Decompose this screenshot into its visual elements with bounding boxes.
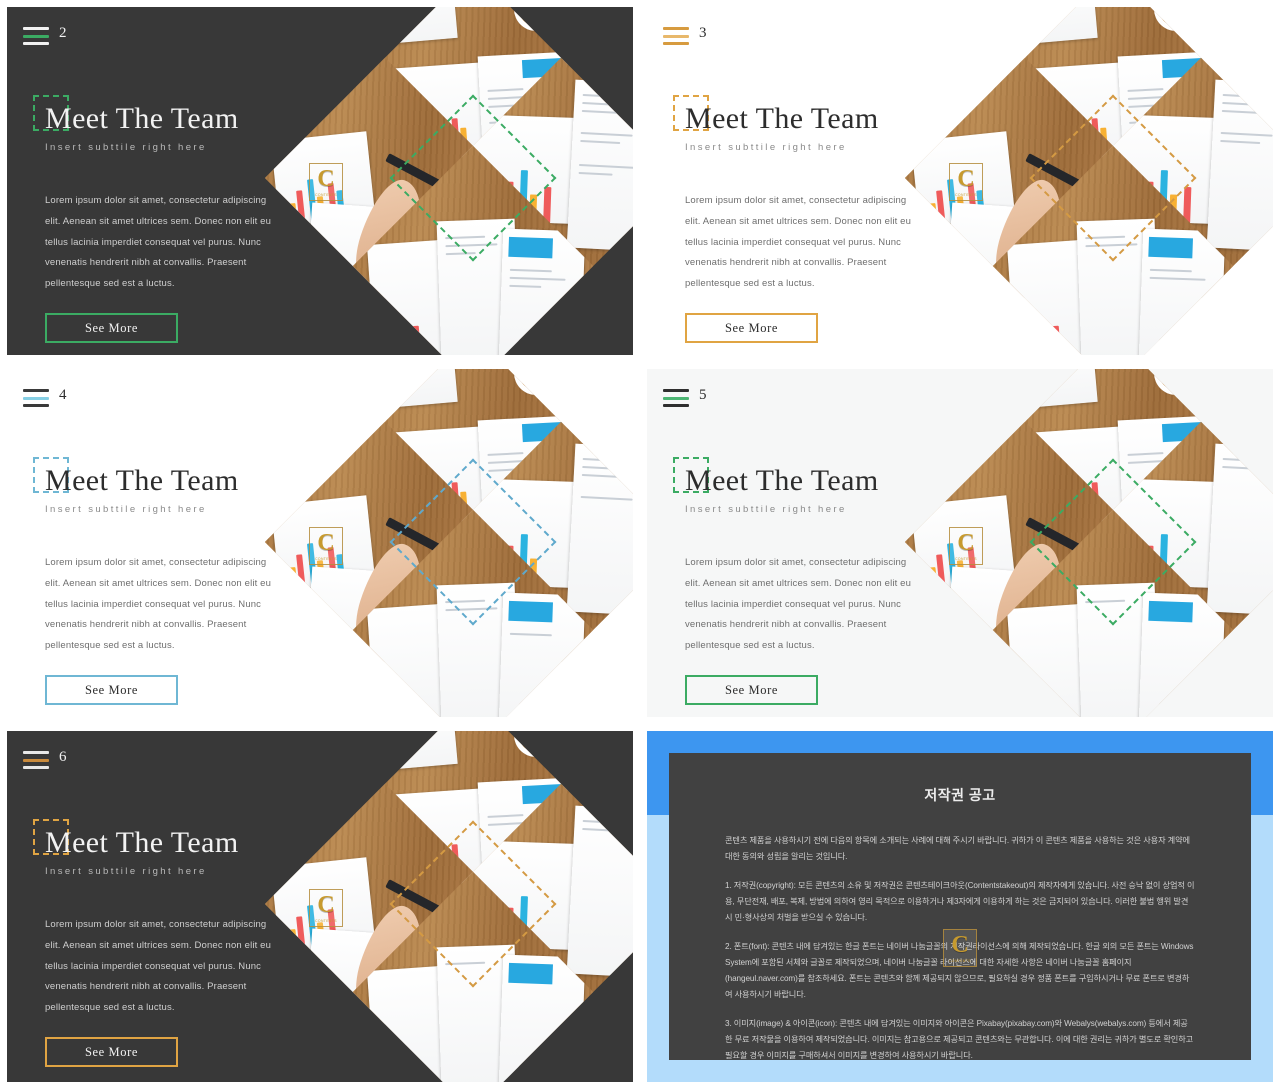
page-number: 4: [59, 387, 67, 403]
hamburger-menu-icon[interactable]: [23, 389, 49, 407]
watermark-letter: C: [957, 166, 975, 192]
notice-body: 저작권 공고 콘텐츠 제품을 사용하시기 전에 다음의 항목에 소개되는 사례에…: [669, 753, 1251, 1060]
body-paragraph: Lorem ipsum dolor sit amet, consectetur …: [685, 556, 912, 652]
body-paragraph: Lorem ipsum dolor sit amet, consectetur …: [45, 556, 272, 652]
diamond-photo-collage: C CONTENTS: [905, 369, 1273, 717]
body-paragraph: Lorem ipsum dolor sit amet, consectetur …: [45, 194, 272, 290]
diamond-photo-collage: C CONTENTS: [265, 369, 633, 717]
watermark-caption: CONTENTS: [949, 959, 971, 963]
text-block: Meet The Team Insert subttile right here…: [673, 457, 935, 706]
hamburger-menu-icon[interactable]: [663, 27, 689, 45]
text-block: Meet The Team Insert subttile right here…: [33, 95, 295, 344]
see-more-button[interactable]: See More: [685, 313, 818, 344]
text-block: Meet The Team Insert subttile right here…: [673, 95, 935, 344]
page-subtitle: Insert subttile right here: [45, 865, 207, 877]
slide-panel-6[interactable]: 6 Meet The Team Insert subttile right he…: [0, 724, 640, 1089]
slide-panel-2[interactable]: 2 Meet The Team Insert subttile right he…: [0, 0, 640, 362]
watermark-letter: C: [957, 530, 975, 556]
text-block: Meet The Team Insert subttile right here…: [33, 819, 295, 1068]
watermark-caption: CONTENTS: [315, 919, 337, 923]
watermark-letter: C: [317, 892, 335, 918]
page-subtitle: Insert subttile right here: [45, 503, 207, 515]
watermark-letter: C: [951, 932, 969, 958]
watermark-logo: C CONTENTS: [309, 889, 343, 927]
page-title: Meet The Team: [45, 826, 239, 859]
diamond-photo-collage: C CONTENTS: [905, 7, 1273, 355]
page-subtitle: Insert subttile right here: [685, 141, 847, 153]
slide-panel-3[interactable]: 3 Meet The Team Insert subttile right he…: [640, 0, 1280, 362]
hamburger-menu-icon[interactable]: [23, 27, 49, 45]
page-subtitle: Insert subttile right here: [685, 503, 847, 515]
watermark-caption: CONTENTS: [315, 193, 337, 197]
watermark-logo: C CONTENTS: [949, 527, 983, 565]
notice-paragraph-copyright: 1. 저작권(copyright): 모든 콘텐츠의 소유 및 저작권은 콘텐츠…: [725, 880, 1195, 922]
slide-panel-5[interactable]: 5 Meet The Team Insert subttile right he…: [640, 362, 1280, 724]
watermark-letter: C: [317, 166, 335, 192]
slide-4: 4 Meet The Team Insert subttile right he…: [7, 369, 633, 717]
see-more-button[interactable]: See More: [45, 675, 178, 706]
see-more-button[interactable]: See More: [685, 675, 818, 706]
watermark-letter: C: [317, 530, 335, 556]
hamburger-menu-icon[interactable]: [663, 389, 689, 407]
notice-paragraph-image-icon: 3. 이미지(image) & 아이콘(icon): 콘텐츠 내에 담겨있는 이…: [725, 1018, 1194, 1060]
watermark-logo: C CONTENTS: [309, 527, 343, 565]
watermark-logo: C CONTENTS: [943, 929, 977, 967]
slide-panel-4[interactable]: 4 Meet The Team Insert subttile right he…: [0, 362, 640, 724]
page-number: 3: [699, 25, 707, 41]
watermark-caption: CONTENTS: [955, 557, 977, 561]
page-title: Meet The Team: [685, 102, 879, 135]
slide-2: 2 Meet The Team Insert subttile right he…: [7, 7, 633, 355]
text-block: Meet The Team Insert subttile right here…: [33, 457, 295, 706]
notice-title: 저작권 공고: [924, 787, 996, 803]
see-more-button[interactable]: See More: [45, 313, 178, 344]
body-paragraph: Lorem ipsum dolor sit amet, consectetur …: [45, 918, 272, 1014]
page-title: Meet The Team: [45, 464, 239, 497]
diamond-photo-collage: C CONTENTS: [265, 7, 633, 355]
copyright-notice-panel: 저작권 공고 콘텐츠 제품을 사용하시기 전에 다음의 항목에 소개되는 사례에…: [640, 724, 1280, 1089]
slide-deck-grid: 2 Meet The Team Insert subttile right he…: [0, 0, 1280, 1089]
slide-3: 3 Meet The Team Insert subttile right he…: [647, 7, 1273, 355]
see-more-button[interactable]: See More: [45, 1037, 178, 1068]
diamond-photo-collage: C CONTENTS: [265, 731, 633, 1082]
hamburger-menu-icon[interactable]: [23, 751, 49, 769]
slide-5: 5 Meet The Team Insert subttile right he…: [647, 369, 1273, 717]
page-subtitle: Insert subttile right here: [45, 141, 207, 153]
watermark-caption: CONTENTS: [955, 193, 977, 197]
watermark-logo: C CONTENTS: [949, 163, 983, 201]
watermark-logo: C CONTENTS: [309, 163, 343, 201]
body-paragraph: Lorem ipsum dolor sit amet, consectetur …: [685, 194, 912, 290]
page-number: 5: [699, 387, 707, 403]
page-number: 6: [59, 749, 67, 765]
notice-paragraph-intro: 콘텐츠 제품을 사용하시기 전에 다음의 항목에 소개되는 사례에 대해 주시기…: [725, 836, 1190, 861]
notice-frame: 저작권 공고 콘텐츠 제품을 사용하시기 전에 다음의 항목에 소개되는 사례에…: [647, 731, 1273, 1082]
page-number: 2: [59, 25, 67, 41]
page-title: Meet The Team: [45, 102, 239, 135]
slide-6: 6 Meet The Team Insert subttile right he…: [7, 731, 633, 1082]
watermark-caption: CONTENTS: [315, 557, 337, 561]
page-title: Meet The Team: [685, 464, 879, 497]
